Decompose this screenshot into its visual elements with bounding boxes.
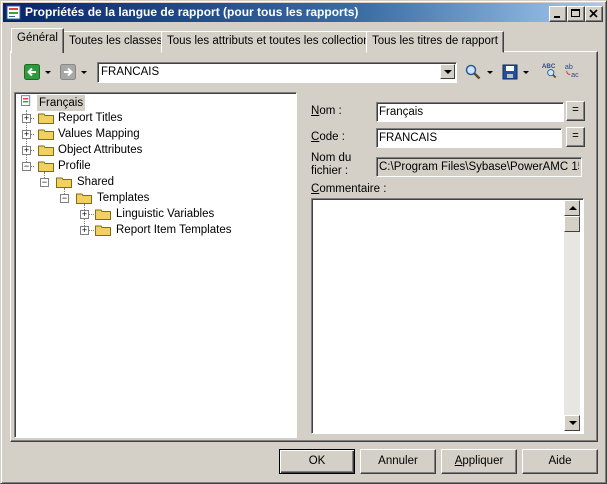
- svg-text:ABC: ABC: [542, 63, 556, 70]
- tab-all-classes-label: Toutes les classes: [69, 35, 163, 47]
- expand-icon[interactable]: +: [22, 130, 31, 139]
- tree-item-root[interactable]: Français: [37, 95, 86, 111]
- folder-icon: [38, 113, 54, 124]
- code-field[interactable]: FRANCAIS: [376, 128, 562, 148]
- tree-item-object-attributes[interactable]: Object Attributes: [58, 142, 142, 158]
- svg-text:ac: ac: [571, 71, 579, 78]
- tree-item-report-item-templates[interactable]: Report Item Templates: [116, 222, 231, 238]
- comment-label: Commentaire :: [311, 183, 387, 195]
- ok-button[interactable]: OK: [279, 449, 355, 474]
- tree-item-label: Templates: [97, 192, 150, 204]
- collapse-icon[interactable]: −: [40, 178, 49, 187]
- code-equals-button[interactable]: =: [566, 127, 585, 147]
- scroll-up-icon[interactable]: [564, 200, 580, 216]
- equals-label: =: [572, 104, 579, 116]
- tree-item-label: Values Mapping: [58, 128, 140, 140]
- expand-icon[interactable]: +: [80, 226, 89, 235]
- expand-icon[interactable]: +: [22, 114, 31, 123]
- tab-general[interactable]: Général: [11, 28, 64, 53]
- ok-button-label: OK: [308, 455, 326, 467]
- open-folder-icon: [38, 161, 54, 172]
- app-icon: [6, 5, 21, 20]
- tree-item-label: Shared: [77, 176, 115, 188]
- tab-all-attributes[interactable]: Tous les attributs et toutes les collect…: [161, 31, 382, 53]
- svg-text:ab: ab: [565, 63, 573, 71]
- forward-dropdown-icon: [81, 71, 87, 74]
- find-icon[interactable]: [465, 64, 481, 80]
- folder-icon: [95, 209, 111, 220]
- tree-item-label: Object Attributes: [58, 144, 143, 156]
- tree-item-label: Linguistic Variables: [116, 208, 215, 220]
- name-equals-button[interactable]: =: [566, 101, 585, 121]
- close-button[interactable]: [585, 6, 603, 22]
- back-dropdown-icon[interactable]: [45, 71, 51, 74]
- folder-icon: [95, 225, 111, 236]
- help-button[interactable]: Aide: [522, 449, 598, 474]
- open-folder-icon: [76, 193, 92, 204]
- equals-label: =: [572, 130, 579, 142]
- tree-item-templates[interactable]: Templates: [97, 190, 149, 206]
- filename-label: Nom du fichier :: [311, 152, 352, 177]
- folder-icon: [38, 129, 54, 140]
- comment-textarea[interactable]: [311, 198, 584, 434]
- cancel-button[interactable]: Annuler: [360, 449, 436, 474]
- scroll-thumb[interactable]: [564, 216, 580, 232]
- language-combo-value: FRANCAIS: [101, 66, 160, 78]
- help-button-label: Aide: [548, 455, 572, 467]
- cancel-button-label: Annuler: [378, 455, 418, 467]
- folder-icon: [38, 145, 54, 156]
- find-dropdown-icon[interactable]: [487, 71, 493, 74]
- filename-field-value: C:\Program Files\Sybase\PowerAMC 15\: [379, 161, 579, 173]
- tab-all-classes[interactable]: Toutes les classes: [63, 31, 169, 53]
- forward-arrow-icon: [60, 64, 76, 80]
- language-combo[interactable]: FRANCAIS: [97, 62, 457, 83]
- comment-scrollbar[interactable]: [564, 200, 580, 431]
- expand-icon[interactable]: +: [22, 146, 31, 155]
- expand-icon[interactable]: +: [80, 210, 89, 219]
- scroll-down-icon[interactable]: [564, 415, 580, 431]
- title-bar[interactable]: Propriétés de la langue de rapport (pour…: [3, 3, 603, 22]
- tab-all-report-titles-label: Tous les titres de rapport: [372, 35, 498, 47]
- tree-item-label: Report Item Templates: [116, 224, 232, 236]
- tree-item-report-titles[interactable]: Report Titles: [58, 110, 123, 126]
- filename-field: C:\Program Files\Sybase\PowerAMC 15\: [376, 157, 582, 177]
- tree-item-label: Profile: [58, 160, 91, 172]
- minimize-icon: [554, 16, 560, 18]
- tab-general-label: Général: [17, 32, 58, 44]
- back-arrow-icon[interactable]: [24, 64, 40, 80]
- code-label: Code :: [311, 131, 345, 143]
- save-icon[interactable]: [502, 64, 518, 80]
- language-file-icon: [21, 95, 31, 106]
- tree-content: Français + Report Titles + Values Mappin…: [14, 92, 295, 436]
- maximize-icon: [571, 9, 580, 17]
- name-label: Nom :: [311, 105, 342, 117]
- tree-item-profile[interactable]: Profile: [58, 158, 91, 174]
- tree-item-values-mapping[interactable]: Values Mapping: [58, 126, 140, 142]
- open-folder-icon: [56, 177, 72, 188]
- pane-splitter[interactable]: [298, 92, 300, 438]
- collapse-icon[interactable]: −: [60, 194, 69, 203]
- tree-item-label: Report Titles: [58, 112, 123, 124]
- tree-item-linguistic-variables[interactable]: Linguistic Variables: [116, 206, 214, 222]
- chevron-down-icon[interactable]: [440, 64, 455, 79]
- apply-button[interactable]: Appliquer: [441, 449, 517, 474]
- close-icon: [589, 9, 598, 18]
- name-field-value: Français: [379, 106, 424, 118]
- minimize-button[interactable]: [549, 6, 567, 22]
- window-title: Propriétés de la langue de rapport (pour…: [25, 5, 359, 19]
- collapse-icon[interactable]: −: [22, 162, 31, 171]
- tree-item-root-label: Français: [39, 97, 84, 109]
- save-dropdown-icon[interactable]: [523, 71, 529, 74]
- name-field[interactable]: Français: [376, 102, 564, 122]
- tab-all-report-titles[interactable]: Tous les titres de rapport: [366, 31, 504, 53]
- tree-item-shared[interactable]: Shared: [77, 174, 114, 190]
- maximize-button[interactable]: [567, 6, 585, 22]
- code-field-value: FRANCAIS: [379, 132, 438, 144]
- apply-button-label: ppliquer: [462, 455, 504, 467]
- replace-icon[interactable]: ab ac: [563, 62, 581, 78]
- spellcheck-icon[interactable]: ABC: [540, 62, 558, 78]
- tab-all-attributes-label: Tous les attributs et toutes les collect…: [167, 35, 376, 47]
